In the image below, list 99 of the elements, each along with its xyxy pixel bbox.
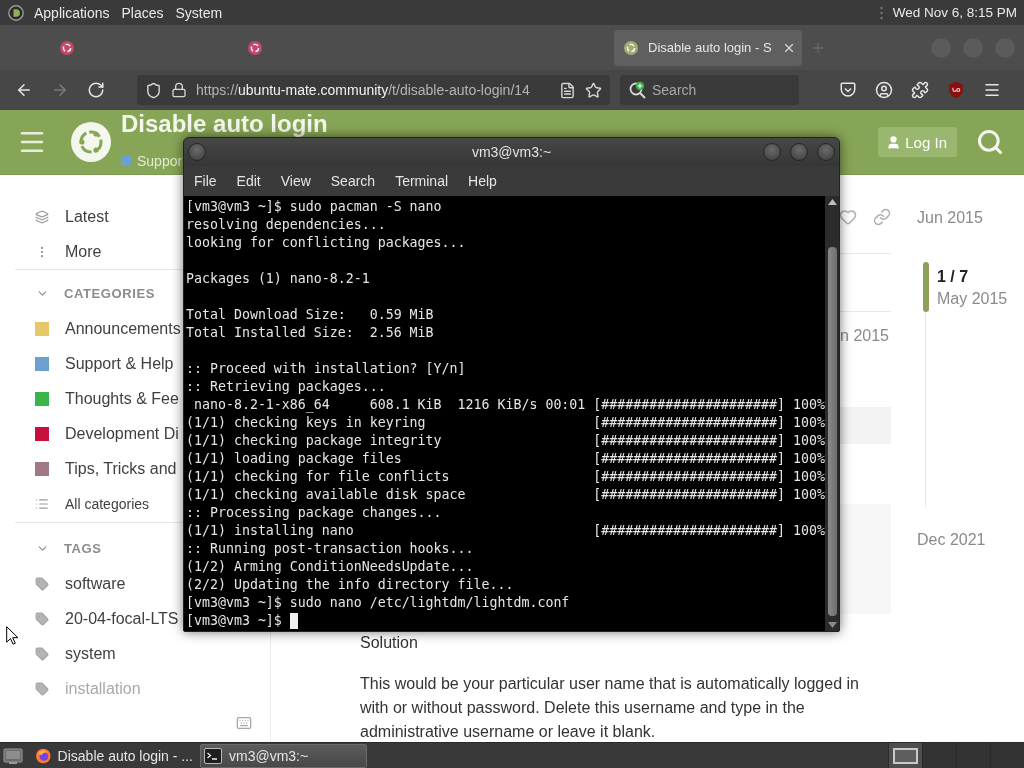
terminal-line: (1/1) checking available disk space [######################] 100% [186, 486, 825, 504]
topic-title: Disable auto login [121, 112, 328, 136]
shield-icon[interactable] [145, 81, 162, 99]
terminal-line: (1/1) checking for file conflicts [######################] 100% [186, 468, 825, 486]
timeline-handle[interactable] [923, 262, 929, 312]
show-desktop-icon[interactable] [3, 746, 23, 765]
bookmark-star-icon[interactable] [585, 81, 602, 99]
tag-link[interactable]: software [35, 566, 126, 601]
terminal-app-icon [204, 747, 222, 764]
category-link[interactable]: Announcements [35, 311, 181, 346]
shield-extension-icon[interactable] [947, 81, 965, 99]
reader-view-icon[interactable] [559, 81, 576, 99]
post-date[interactable]: n 2015 [840, 326, 889, 346]
terminal-line: :: Running post-transaction hooks... [186, 540, 474, 558]
menu-item[interactable]: Terminal [385, 168, 459, 194]
task-button[interactable]: vm3@vm3:~ [200, 743, 367, 768]
chevron-pouch-icon[interactable] [839, 81, 857, 99]
browser-tab[interactable]: Disable auto login - S [614, 29, 802, 66]
keyboard-icon[interactable] [236, 715, 252, 731]
tag-icon [35, 646, 49, 661]
terminal-line: [vm3@vm3 ~]$ [186, 612, 282, 630]
terminal-line: looking for conflicting packages... [186, 234, 466, 252]
sidebar-link[interactable]: Latest [35, 199, 109, 234]
tag-icon [35, 611, 49, 626]
menu-item[interactable]: Search [320, 168, 386, 194]
menu-item[interactable]: Edit [226, 168, 271, 194]
menu-item[interactable]: File [184, 168, 227, 194]
terminal-line: nano-8.2-1-x86_64 608.1 KiB 1216 KiB/s 00:01 [######################] 100% [193, 396, 825, 414]
tag-icon [35, 681, 49, 696]
sidebar-link[interactable]: More [35, 234, 102, 269]
terminal-line: [vm3@vm3 ~]$ sudo nano /etc/lightdm/lightdm.conf [186, 594, 570, 612]
layers-icon [35, 209, 49, 224]
panel-menu-item[interactable]: Places [116, 1, 169, 24]
close-button[interactable] [817, 143, 835, 161]
minimize-button[interactable] [763, 143, 781, 161]
heart-icon[interactable] [839, 208, 857, 226]
panel-handle-icon [879, 5, 883, 20]
menu-item[interactable]: View [270, 168, 321, 194]
scroll-down-icon[interactable] [827, 622, 837, 628]
site-logo-icon[interactable] [71, 122, 111, 162]
post-text: Solution [360, 633, 419, 653]
search-icon[interactable] [976, 128, 1004, 156]
terminal-line: [vm3@vm3 ~]$ sudo pacman -S nano [186, 198, 442, 216]
lock-icon[interactable] [171, 82, 187, 98]
terminal-line: Total Installed Size: 2.56 MiB [186, 324, 434, 342]
puzzle-icon[interactable] [911, 81, 929, 99]
mate-logo-icon[interactable] [8, 4, 24, 21]
post-paragraph: This would be your particular user name that is automatically logged in with or without password. Delete this username and type in the administrative username or leave it blank. [360, 674, 860, 742]
browser-app-icon [36, 746, 51, 765]
terminal-line: (1/2) Arming ConditionNeedsUpdate... [186, 558, 474, 576]
window-title: vm3@vm3:~ [470, 144, 553, 160]
maximize-button[interactable] [790, 143, 808, 161]
reload-icon[interactable] [87, 81, 105, 99]
timeline-start-date[interactable]: Jun 2015 [917, 208, 983, 228]
terminal-line: resolving dependencies... [186, 216, 386, 234]
category-link[interactable]: Development Di [35, 416, 179, 451]
menu-icon[interactable] [983, 81, 1001, 99]
search-icon [628, 81, 648, 99]
terminal-line: :: Processing package changes... [186, 504, 442, 522]
all-categories-link[interactable]: All categories [35, 486, 150, 521]
terminal-line: (2/2) Updating the info directory file... [186, 576, 514, 594]
user-icon [886, 134, 902, 150]
timeline-position: 1 / 7 [937, 267, 969, 287]
panel-menu-item[interactable]: Applications [29, 1, 115, 24]
tag-icon [35, 576, 49, 591]
timeline-end-date[interactable]: Dec 2021 [917, 530, 986, 550]
workspace-cell[interactable] [956, 742, 990, 768]
terminal-line: (1/1) checking package integrity [######################] 100% [186, 432, 825, 450]
workspace-cell[interactable] [888, 742, 922, 768]
task-button[interactable]: Disable auto login - ... [32, 743, 197, 768]
terminal-line: :: Proceed with installation? [Y/n] [186, 360, 466, 378]
terminal-line: (1/1) checking keys in keyring [######################] 100% [186, 414, 825, 432]
menu-item[interactable]: Help [458, 168, 507, 194]
window-menu-button[interactable] [188, 143, 206, 161]
category-link[interactable]: Support & Help [35, 346, 174, 381]
link-icon[interactable] [873, 208, 891, 226]
terminal-line: Packages (1) nano-8.2-1 [186, 270, 370, 288]
terminal-line: (1/1) installing nano [######################] 100% [186, 522, 825, 540]
url-field[interactable]: https://ubuntu-mate.community/t/disable-auto-login/14 [137, 75, 610, 105]
list-icon [35, 496, 49, 511]
tag-link[interactable]: system [35, 636, 116, 671]
url-text: https://ubuntu-mate.community/t/disable-auto-login/14 [196, 82, 531, 98]
terminal-line: (1/1) loading package files [######################] 100% [186, 450, 825, 468]
tag-link[interactable]: 20-04-focal-LTS [35, 601, 179, 636]
category-link[interactable]: Tips, Tricks and [35, 451, 177, 486]
account-icon[interactable] [875, 81, 893, 99]
category-link[interactable]: Thoughts & Fee [35, 381, 179, 416]
search-field[interactable]: Search [620, 75, 799, 105]
terminal-line: :: Retrieving packages... [186, 378, 386, 396]
workspace-cell[interactable] [990, 742, 1024, 768]
timeline-position-date: May 2015 [937, 289, 1008, 309]
scrollbar-thumb[interactable] [827, 247, 837, 616]
mouse-pointer-icon [6, 626, 18, 645]
panel-menu-item[interactable]: System [170, 1, 228, 24]
window-thumbnail [893, 747, 918, 764]
scroll-up-icon[interactable] [827, 199, 837, 205]
terminal-line: Total Download Size: 0.59 MiB [186, 306, 434, 324]
workspace-cell[interactable] [922, 742, 956, 768]
panel-clock[interactable]: Wed Nov 6, 8:15 PM [892, 5, 1017, 20]
